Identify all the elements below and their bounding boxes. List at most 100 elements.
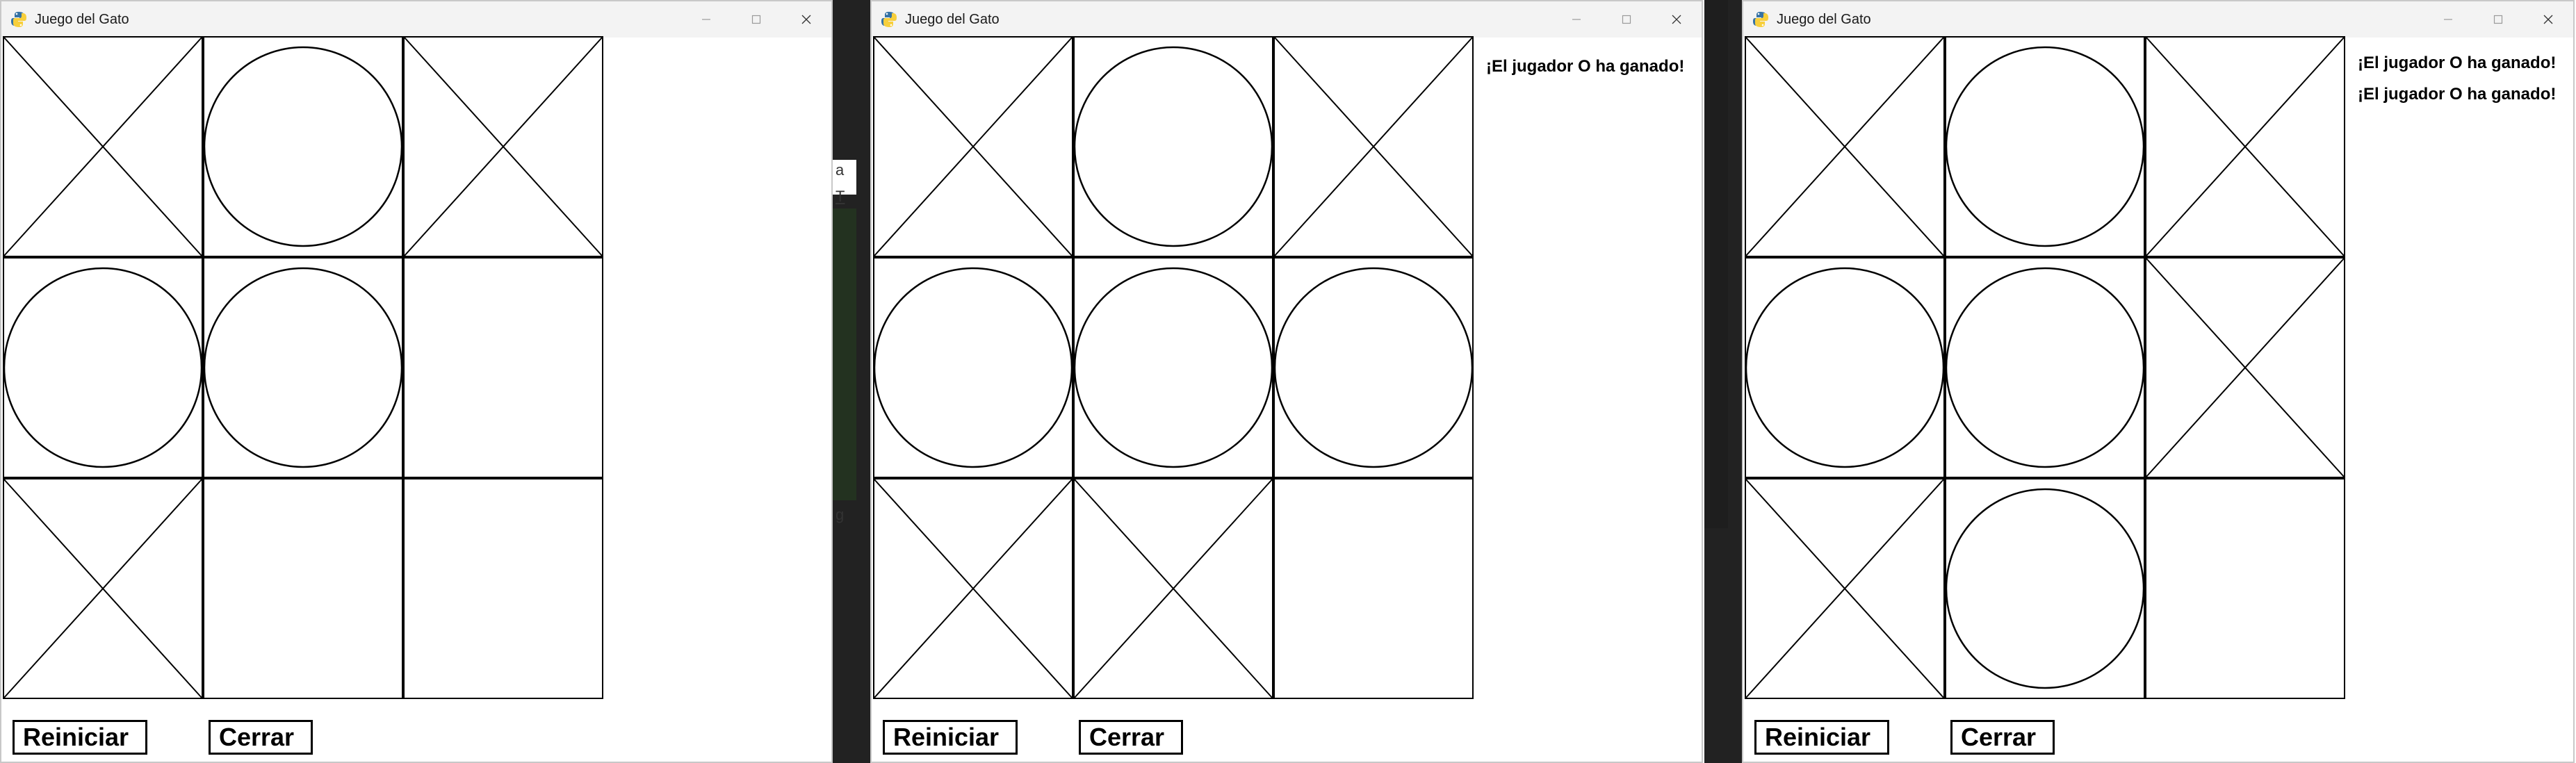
board-cell-1-0[interactable] xyxy=(1745,257,1945,478)
board-cell-1-1[interactable] xyxy=(1073,257,1273,478)
board-cell-2-0[interactable] xyxy=(1745,478,1945,699)
game-window-2: Juego del Gato ¡El jugador O ha ganado! … xyxy=(870,0,1703,763)
empty-cell xyxy=(1273,478,1474,699)
maximize-button[interactable] xyxy=(1601,1,1652,38)
x-mark-icon xyxy=(2145,36,2345,257)
restart-button[interactable]: Reiniciar xyxy=(883,720,1018,755)
close-button[interactable]: Cerrar xyxy=(1079,720,1183,755)
x-mark-icon xyxy=(403,36,603,257)
minimize-button[interactable] xyxy=(2423,1,2473,38)
board-cell-0-2[interactable] xyxy=(403,36,603,257)
minimize-button[interactable] xyxy=(681,1,731,38)
board-cell-0-1[interactable] xyxy=(1945,36,2145,257)
close-window-button[interactable] xyxy=(2523,1,2573,38)
empty-cell xyxy=(403,257,603,478)
o-mark-icon xyxy=(3,257,203,478)
o-mark-icon xyxy=(1945,478,2145,699)
restart-button[interactable]: Reiniciar xyxy=(13,720,147,755)
board-cell-2-1[interactable] xyxy=(1945,478,2145,699)
close-window-button[interactable] xyxy=(1652,1,1702,38)
o-mark-icon xyxy=(1945,36,2145,257)
desktop-strip-1: a T g xyxy=(833,0,870,763)
window-title: Juego del Gato xyxy=(1777,11,1871,27)
python-snake-icon xyxy=(1753,12,1768,27)
board-cell-2-0[interactable] xyxy=(3,478,203,699)
empty-cell xyxy=(203,478,403,699)
python-snake-icon xyxy=(881,12,897,27)
empty-cell xyxy=(403,478,603,699)
board-cell-1-2[interactable] xyxy=(1273,257,1474,478)
title-bar[interactable]: Juego del Gato xyxy=(1,1,831,38)
game-board xyxy=(873,36,1474,699)
game-window-1: Juego del Gato Reiniciar Cerrar xyxy=(0,0,833,763)
x-mark-icon xyxy=(2145,257,2345,478)
board-cell-0-1[interactable] xyxy=(1073,36,1273,257)
o-mark-icon xyxy=(1073,257,1273,478)
winner-message: ¡El jugador O ha ganado! xyxy=(2358,85,2557,104)
board-cell-2-0[interactable] xyxy=(873,478,1073,699)
board-cell-0-0[interactable] xyxy=(1745,36,1945,257)
board-cell-1-1[interactable] xyxy=(1945,257,2145,478)
board-cell-2-2[interactable] xyxy=(2145,478,2345,699)
minimize-button[interactable] xyxy=(1551,1,1601,38)
o-mark-icon xyxy=(873,257,1073,478)
board-cell-0-2[interactable] xyxy=(2145,36,2345,257)
minimize-icon xyxy=(2444,19,2452,20)
board-cell-0-1[interactable] xyxy=(203,36,403,257)
minimize-icon xyxy=(702,19,710,20)
title-bar[interactable]: Juego del Gato xyxy=(1743,1,2573,38)
background-text-fragment: a xyxy=(835,161,845,179)
x-mark-icon xyxy=(873,36,1073,257)
board-cell-2-1[interactable] xyxy=(203,478,403,699)
x-mark-icon xyxy=(3,478,203,699)
game-window-3: Juego del Gato ¡El jugador O ha ganado! ¡… xyxy=(1742,0,2575,763)
board-cell-0-0[interactable] xyxy=(3,36,203,257)
board-cell-1-0[interactable] xyxy=(3,257,203,478)
maximize-button[interactable] xyxy=(731,1,781,38)
background-text-fragment: T xyxy=(835,188,845,205)
empty-cell xyxy=(2145,478,2345,699)
board-cell-1-2[interactable] xyxy=(2145,257,2345,478)
maximize-icon xyxy=(751,15,761,24)
x-mark-icon xyxy=(1273,36,1474,257)
window-title: Juego del Gato xyxy=(35,11,129,27)
x-mark-icon xyxy=(1745,478,1945,699)
maximize-icon xyxy=(1622,15,1631,24)
close-button[interactable]: Cerrar xyxy=(1950,720,2055,755)
x-mark-icon xyxy=(873,478,1073,699)
game-board xyxy=(1745,36,2345,699)
close-icon xyxy=(2543,15,2553,24)
x-mark-icon xyxy=(1745,36,1945,257)
title-bar[interactable]: Juego del Gato xyxy=(872,1,1702,38)
board-cell-1-0[interactable] xyxy=(873,257,1073,478)
background-text-fragment: g xyxy=(835,506,845,523)
maximize-icon xyxy=(2493,15,2503,24)
maximize-button[interactable] xyxy=(2473,1,2523,38)
desktop-strip-2 xyxy=(1704,0,1742,763)
o-mark-icon xyxy=(1073,36,1273,257)
x-mark-icon xyxy=(3,36,203,257)
restart-button[interactable]: Reiniciar xyxy=(1754,720,1889,755)
close-button[interactable]: Cerrar xyxy=(209,720,313,755)
o-mark-icon xyxy=(1945,257,2145,478)
window-title: Juego del Gato xyxy=(905,11,1000,27)
python-snake-icon xyxy=(11,12,26,27)
game-board xyxy=(3,36,603,699)
board-cell-1-2[interactable] xyxy=(403,257,603,478)
winner-message: ¡El jugador O ha ganado! xyxy=(1486,57,1685,76)
close-window-button[interactable] xyxy=(781,1,831,38)
board-cell-0-2[interactable] xyxy=(1273,36,1474,257)
winner-message: ¡El jugador O ha ganado! xyxy=(2358,54,2557,72)
board-cell-2-2[interactable] xyxy=(1273,478,1474,699)
o-mark-icon xyxy=(1273,257,1474,478)
board-cell-1-1[interactable] xyxy=(203,257,403,478)
close-icon xyxy=(1672,15,1681,24)
close-icon xyxy=(801,15,811,24)
minimize-icon xyxy=(1572,19,1581,20)
o-mark-icon xyxy=(203,257,403,478)
o-mark-icon xyxy=(203,36,403,257)
board-cell-0-0[interactable] xyxy=(873,36,1073,257)
o-mark-icon xyxy=(1745,257,1945,478)
board-cell-2-2[interactable] xyxy=(403,478,603,699)
board-cell-2-1[interactable] xyxy=(1073,478,1273,699)
